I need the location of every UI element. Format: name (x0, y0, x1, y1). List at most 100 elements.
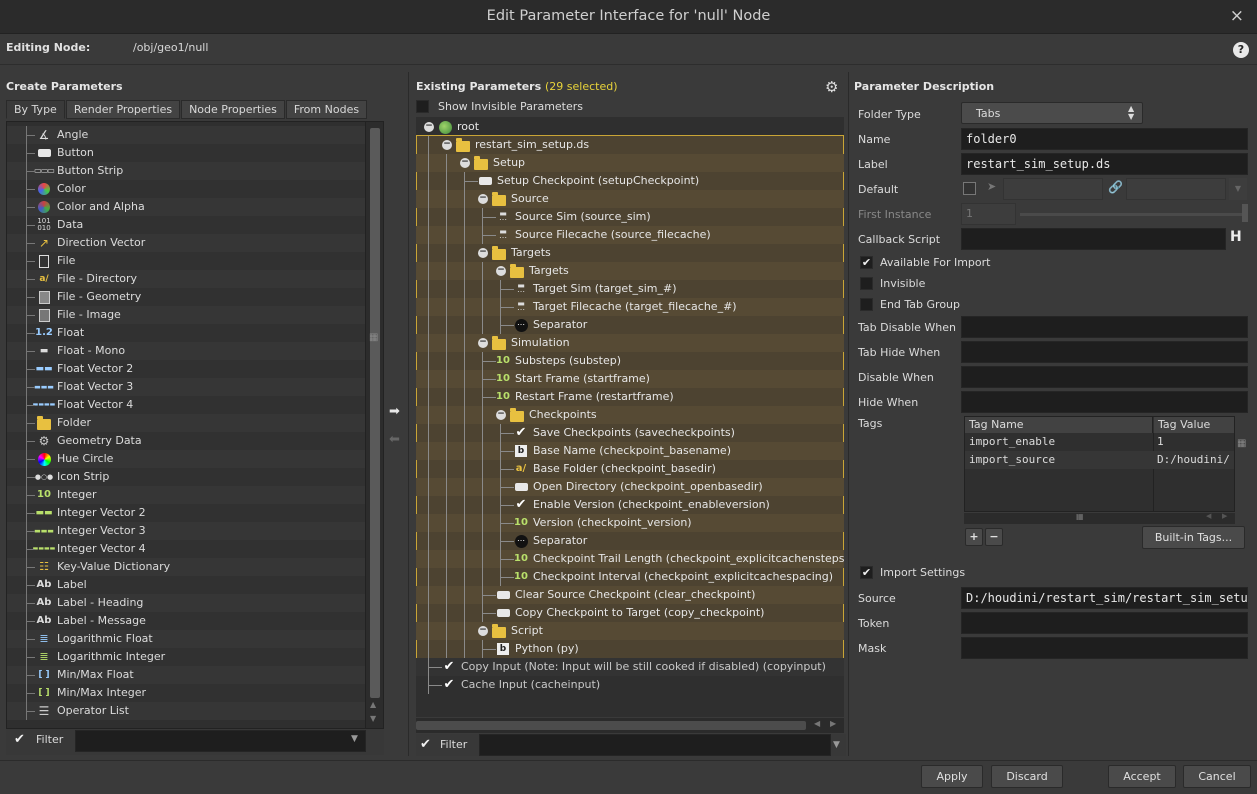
list-item[interactable]: Ab Label (7, 576, 365, 594)
tab-render-properties[interactable]: Render Properties (65, 100, 181, 119)
collapse-icon[interactable]: − (496, 266, 506, 276)
chevron-down-icon[interactable]: ▼ (833, 740, 840, 750)
collapse-icon[interactable]: − (478, 248, 488, 258)
label-field[interactable]: restart_sim_setup.ds (961, 153, 1248, 175)
list-item[interactable]: File - Geometry (7, 288, 365, 306)
list-item[interactable]: ▬▬▬▬ Float Vector 4 (7, 396, 365, 414)
create-list-scrollbar[interactable]: ▲ ▼ (365, 122, 383, 728)
scroll-right-icon[interactable]: ▶ (1222, 512, 1227, 520)
list-item[interactable]: ▬▬ Float Vector 2 (7, 360, 365, 378)
hide-when-field[interactable] (961, 391, 1248, 413)
existing-filter-input[interactable] (479, 734, 831, 756)
scroll-right-icon[interactable]: ▶ (830, 719, 836, 728)
list-item[interactable]: ▭▭▭ Button Strip (7, 162, 365, 180)
tree-row[interactable]: b Python (py) (416, 640, 844, 658)
list-item[interactable]: 101 010 Data (7, 216, 365, 234)
accept-button[interactable]: Accept (1108, 765, 1176, 788)
filter-check-icon[interactable]: ✔ (420, 737, 431, 752)
tree-row[interactable]: ✔ Copy Input (Note: Input will be still c… (416, 658, 844, 676)
tree-row[interactable]: ✔ Enable Version (checkpoint_enableversio… (416, 496, 844, 514)
import-settings-toggle[interactable]: ✔ Import Settings (860, 566, 965, 579)
list-item[interactable]: ≣ Logarithmic Integer (7, 648, 365, 666)
apply-button[interactable]: Apply (921, 765, 983, 788)
tree-row[interactable]: 10 Version (checkpoint_version) (416, 514, 844, 532)
show-invisible-toggle[interactable]: Show Invisible Parameters (416, 100, 583, 113)
list-item[interactable]: ↗ Direction Vector (7, 234, 365, 252)
name-field[interactable]: folder0 (961, 128, 1248, 150)
list-item[interactable]: ▬▬ Integer Vector 2 (7, 504, 365, 522)
splitter-handle[interactable]: ▦ (369, 332, 378, 343)
list-item[interactable]: a/File - Directory (7, 270, 365, 288)
list-item[interactable]: Ab Label - Heading (7, 594, 365, 612)
tree-row[interactable]: − Targets (416, 244, 844, 262)
tree-row[interactable]: ⋯ Separator (416, 532, 844, 550)
scroll-left-icon[interactable]: ◀ (1206, 512, 1211, 520)
list-item[interactable]: 10 Integer (7, 486, 365, 504)
invisible-checkbox[interactable] (860, 277, 873, 290)
callback-script-field[interactable] (961, 228, 1226, 250)
list-item[interactable]: Color and Alpha (7, 198, 365, 216)
tree-row[interactable]: ▬ ⋯ Source Filecache (source_filecache) (416, 226, 844, 244)
collapse-icon[interactable]: − (442, 140, 452, 150)
tree-row[interactable]: − Checkpoints (416, 406, 844, 424)
tags-header-value[interactable]: Tag Value (1154, 417, 1234, 433)
collapse-icon[interactable]: − (478, 626, 488, 636)
list-item[interactable]: [ ] Min/Max Float (7, 666, 365, 684)
list-item[interactable]: ⚙ Geometry Data (7, 432, 365, 450)
token-field[interactable] (961, 612, 1248, 634)
tree-row[interactable]: − Setup (416, 154, 844, 172)
scroll-up-icon[interactable]: ▲ (370, 700, 376, 709)
invisible-toggle[interactable]: Invisible (860, 277, 925, 290)
remove-parameter-arrow-icon[interactable]: ⬅ (389, 432, 400, 447)
list-item[interactable]: File - Image (7, 306, 365, 324)
close-icon[interactable]: × (1230, 6, 1244, 26)
tags-h-scrollbar[interactable]: ▦ ◀ ▶ (964, 512, 1235, 524)
add-tag-button[interactable]: + (965, 528, 983, 546)
add-parameter-arrow-icon[interactable]: ➡ (389, 404, 400, 419)
tree-row[interactable]: − restart_sim_setup.ds (416, 136, 844, 154)
list-item[interactable]: ▬ Float - Mono (7, 342, 365, 360)
tab-hide-when-field[interactable] (961, 341, 1248, 363)
tag-name-cell[interactable]: import_enable (969, 435, 1055, 448)
tab-from-nodes[interactable]: From Nodes (285, 100, 368, 119)
collapse-icon[interactable]: − (424, 122, 434, 132)
tab-node-properties[interactable]: Node Properties (181, 100, 285, 119)
list-item[interactable]: Color (7, 180, 365, 198)
import-settings-checkbox[interactable]: ✔ (860, 566, 873, 579)
gear-icon[interactable]: ⚙ (825, 78, 838, 96)
tab-by-type[interactable]: By Type (6, 100, 65, 119)
tag-value-cell[interactable]: D:/houdini/ (1157, 453, 1233, 466)
list-item[interactable]: ▬▬▬▬ Integer Vector 4 (7, 540, 365, 558)
list-item[interactable]: 1.2 Float (7, 324, 365, 342)
tree-row[interactable]: Setup Checkpoint (setupCheckpoint) (416, 172, 844, 190)
mask-field[interactable] (961, 637, 1248, 659)
scroll-thumb[interactable] (370, 128, 380, 698)
script-language-icon[interactable]: H (1230, 229, 1242, 245)
builtin-tags-button[interactable]: Built-in Tags... (1142, 526, 1245, 549)
scroll-down-icon[interactable]: ▼ (370, 714, 376, 723)
create-filter-input[interactable] (75, 730, 366, 752)
tree-row[interactable]: 10 Substeps (substep) (416, 352, 844, 370)
tree-row[interactable]: − root (416, 118, 844, 136)
tree-row[interactable]: − Script (416, 622, 844, 640)
list-item[interactable]: ≣ Logarithmic Float (7, 630, 365, 648)
list-item[interactable]: ☷ Key-Value Dictionary (7, 558, 365, 576)
list-item[interactable]: ☰ Operator List (7, 702, 365, 720)
tree-row[interactable]: − Simulation (416, 334, 844, 352)
collapse-icon[interactable]: − (478, 338, 488, 348)
chevron-down-icon[interactable]: ▼ (351, 734, 358, 744)
tab-disable-when-field[interactable] (961, 316, 1248, 338)
tree-row[interactable]: − Source (416, 190, 844, 208)
tree-row[interactable]: ▬ ⋯ Source Sim (source_sim) (416, 208, 844, 226)
tree-horizontal-scrollbar[interactable]: ◀ ▶ (416, 718, 844, 733)
list-item[interactable]: ∡ Angle (7, 126, 365, 144)
filter-check-icon[interactable]: ✔ (14, 732, 28, 747)
tree-row[interactable]: ▬ ⋯ Target Sim (target_sim_#) (416, 280, 844, 298)
tree-row[interactable]: 10 Start Frame (startframe) (416, 370, 844, 388)
folder-type-select[interactable]: Tabs ▲ ▼ (961, 102, 1143, 124)
list-item[interactable]: Hue Circle (7, 450, 365, 468)
tree-row[interactable]: a/Base Folder (checkpoint_basedir) (416, 460, 844, 478)
tree-row[interactable]: 10 Checkpoint Trail Length (checkpoint_ex… (416, 550, 844, 568)
tree-row[interactable]: Copy Checkpoint to Target (copy_checkpoi… (416, 604, 844, 622)
tree-row[interactable]: ✔ Save Checkpoints (savecheckpoints) (416, 424, 844, 442)
